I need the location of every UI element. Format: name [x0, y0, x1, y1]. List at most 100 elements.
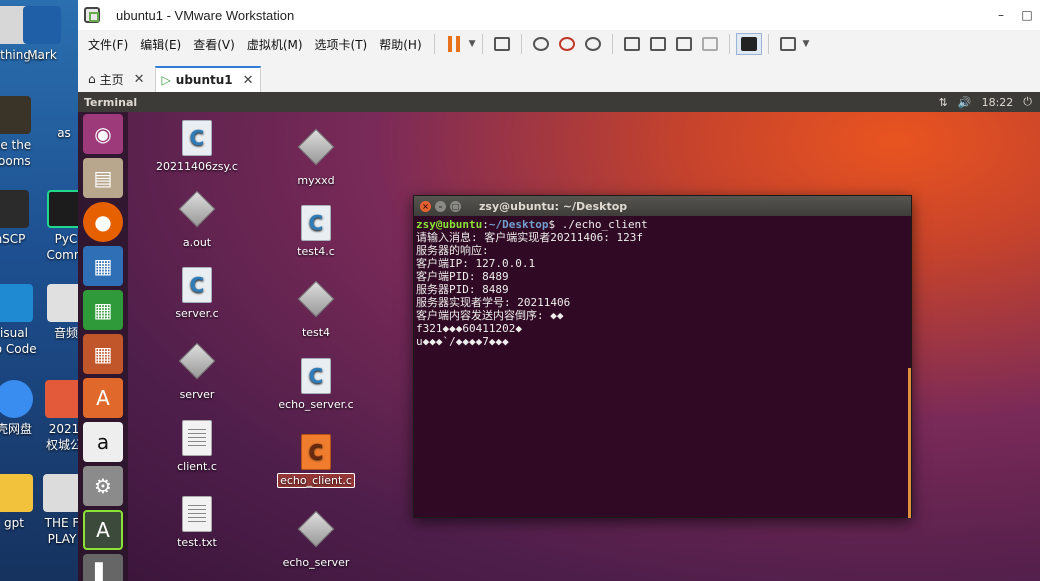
impress-icon: ▦	[93, 342, 113, 366]
terminal-titlebar[interactable]: × – □ zsy@ubuntu: ~/Desktop	[414, 196, 911, 216]
output-line: 服务器的响应:	[416, 244, 489, 257]
terminal-window[interactable]: × – □ zsy@ubuntu: ~/Desktop zsy@ubuntu:~…	[413, 195, 912, 518]
output-line: 服务器PID: 8489	[416, 283, 509, 296]
fullscreen-button[interactable]	[671, 33, 697, 55]
executable-icon	[297, 510, 335, 552]
minimize-icon[interactable]: –	[435, 200, 446, 212]
tab-home[interactable]: ⌂ 主页 ✕	[82, 66, 151, 92]
dash-button[interactable]: ◉	[83, 114, 123, 154]
output-line: 服务器实现者学号: 20211406	[416, 296, 571, 309]
software-updater-launcher[interactable]: A	[83, 510, 123, 550]
terminal-scrollbar[interactable]	[908, 368, 911, 518]
software-bag-icon: A	[96, 386, 110, 410]
maximize-icon[interactable]: □	[450, 200, 461, 212]
terminal-launcher[interactable]: ▌	[83, 554, 123, 581]
chevron-down-icon[interactable]: ▼	[803, 39, 810, 49]
impress-launcher[interactable]: ▦	[83, 334, 123, 374]
volume-icon[interactable]: 🔊	[958, 96, 972, 109]
close-icon[interactable]: ✕	[243, 73, 254, 88]
host-desktop: ...ything... Mark de the rooms as nSCP P…	[0, 0, 80, 581]
send-ctrl-alt-del-button[interactable]	[489, 33, 515, 55]
host-shortcut-as[interactable]: as	[34, 125, 80, 141]
close-icon[interactable]: ×	[420, 200, 431, 212]
the-f-icon[interactable]: THE F PLAY	[32, 474, 80, 547]
desktop-file[interactable]: client.c	[152, 420, 242, 473]
lock-icon	[0, 190, 29, 228]
power-icon[interactable]: ⏻	[1023, 95, 1032, 109]
writer-launcher[interactable]: ▦	[83, 246, 123, 286]
ubuntu-logo-icon: ◉	[94, 122, 112, 146]
text-file-icon	[182, 420, 212, 456]
library-button[interactable]	[619, 33, 645, 55]
stretch-guest-button[interactable]	[775, 33, 801, 55]
output-line: 客户端IP: 127.0.0.1	[416, 257, 536, 270]
doc-2021-icon[interactable]: 2021 权城公	[34, 380, 80, 453]
executable-icon	[297, 280, 335, 322]
desktop-file[interactable]: C echo_server.c	[271, 358, 361, 411]
pause-icon	[447, 36, 452, 52]
desktop-file[interactable]: test.txt	[152, 496, 242, 549]
keyboard-icon	[493, 37, 510, 51]
markdown-app-icon[interactable]: Mark	[12, 6, 72, 63]
desktop-file[interactable]: C 20211406zsy.c	[152, 120, 242, 173]
software-center-launcher[interactable]: A	[83, 378, 123, 418]
output-line: 请输入消息: 客户端实现者20211406: 123f	[416, 231, 643, 244]
menu-vm[interactable]: 虚拟机(M)	[241, 36, 309, 53]
menu-edit[interactable]: 编辑(E)	[134, 36, 187, 53]
pause-button[interactable]	[441, 33, 467, 55]
menu-file[interactable]: 文件(F)	[82, 36, 134, 53]
snapshot-manager-button[interactable]	[580, 33, 606, 55]
maximize-icon[interactable]: □	[1014, 0, 1040, 30]
pycharm-icon[interactable]: PyC Comm	[36, 190, 80, 263]
thumbnail-button[interactable]	[645, 33, 671, 55]
prompt-command: $ ./echo_client	[548, 218, 648, 231]
desktop-file[interactable]: echo_server	[271, 510, 361, 569]
desktop-file[interactable]: a.out	[152, 190, 242, 249]
vmware-titlebar[interactable]: ubuntu1 - VMware Workstation – □	[78, 0, 1040, 30]
calc-launcher[interactable]: ▦	[83, 290, 123, 330]
sidebar-icon	[623, 37, 640, 51]
console-view-button[interactable]	[735, 33, 762, 55]
c-file-icon: C	[301, 205, 331, 241]
amazon-launcher[interactable]: a	[83, 422, 123, 462]
desktop-file[interactable]: myxxd	[271, 128, 361, 187]
snapshot-button[interactable]	[528, 33, 554, 55]
ubuntu-launcher: ◉ ▤ ● ▦ ▦ ▦ A a ⚙ A ▌	[78, 112, 128, 581]
files-launcher[interactable]: ▤	[83, 158, 123, 198]
vscode-logo-icon	[0, 284, 33, 322]
desktop-file[interactable]: C test4.c	[271, 205, 361, 258]
settings-launcher[interactable]: ⚙	[83, 466, 123, 506]
terminal-output[interactable]: zsy@ubuntu:~/Desktop$ ./echo_client 请输入消息…	[414, 216, 911, 350]
output-line: 客户端内容发送内容倒序: ◆◆	[416, 309, 564, 322]
audio-icon[interactable]: 音频	[36, 284, 80, 341]
clock[interactable]: 18:22	[982, 96, 1014, 109]
toolbar-separator	[728, 34, 730, 54]
revert-snapshot-button[interactable]	[554, 33, 580, 55]
menu-tabs[interactable]: 选项卡(T)	[309, 36, 374, 53]
folder-icon	[0, 474, 33, 512]
c-file-icon: C	[182, 120, 212, 156]
network-icon[interactable]: ⇅	[939, 96, 948, 109]
guest-screen[interactable]: Terminal ⇅ 🔊 18:22 ⏻ ◉ ▤ ● ▦ ▦ ▦ A a ⚙ A…	[78, 92, 1040, 581]
desktop-file-selected[interactable]: C echo_client.c	[271, 434, 361, 488]
desktop-file[interactable]: server	[152, 342, 242, 401]
menu-help[interactable]: 帮助(H)	[373, 36, 427, 53]
files-icon: ▤	[93, 166, 113, 190]
minimize-icon[interactable]: –	[988, 0, 1014, 30]
clock-icon	[532, 37, 549, 51]
indicator-area: ⇅ 🔊 18:22 ⏻	[939, 92, 1032, 112]
firefox-launcher[interactable]: ●	[83, 202, 123, 242]
thumbnail-icon	[649, 37, 666, 51]
desktop-file[interactable]: C server.c	[152, 267, 242, 320]
terminal-icon	[740, 37, 757, 51]
unity-button[interactable]	[697, 33, 723, 55]
pause-icon-bar	[455, 36, 460, 52]
cloud-icon	[0, 380, 33, 418]
tab-ubuntu1[interactable]: ▷ ubuntu1 ✕	[154, 66, 261, 92]
menu-view[interactable]: 查看(V)	[187, 36, 241, 53]
chevron-down-icon[interactable]: ▼	[469, 39, 476, 49]
close-icon[interactable]: ✕	[134, 72, 145, 87]
prompt-colon: :	[482, 218, 489, 231]
executable-icon	[178, 342, 216, 384]
desktop-file[interactable]: test4	[271, 280, 361, 339]
